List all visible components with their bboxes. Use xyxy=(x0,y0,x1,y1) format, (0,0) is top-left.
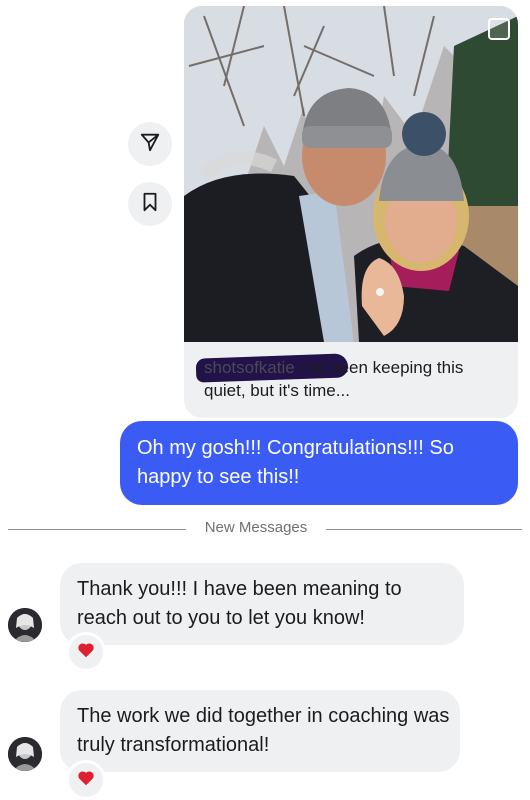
incoming-message-text: The work we did together in coaching was… xyxy=(77,705,450,756)
incoming-message-text: Thank you!!! I have been meaning to reac… xyxy=(77,578,402,629)
new-messages-divider: New Messages xyxy=(204,519,308,536)
avatar[interactable] xyxy=(8,737,42,771)
bookmark-icon xyxy=(139,191,161,218)
save-button[interactable] xyxy=(128,182,172,226)
shared-post-card[interactable]: shotsofkatie I've been keeping this quie… xyxy=(184,6,518,418)
avatar[interactable] xyxy=(8,608,42,642)
caption-username: shotsofkatie xyxy=(204,358,295,377)
divider-line-right xyxy=(326,529,522,530)
outgoing-message-text: Oh my gosh!!! Congratulations!!! So happ… xyxy=(137,437,454,488)
post-photo xyxy=(184,6,518,342)
post-caption: shotsofkatie I've been keeping this quie… xyxy=(204,356,504,402)
heart-reaction[interactable] xyxy=(66,632,106,672)
heart-icon xyxy=(77,642,95,663)
heart-reaction[interactable] xyxy=(66,760,106,800)
share-button[interactable] xyxy=(128,122,172,166)
heart-icon xyxy=(77,770,95,791)
post-image[interactable] xyxy=(184,6,518,342)
incoming-message-bubble[interactable]: Thank you!!! I have been meaning to reac… xyxy=(60,563,464,645)
outgoing-message-bubble[interactable]: Oh my gosh!!! Congratulations!!! So happ… xyxy=(120,421,518,505)
select-checkbox[interactable] xyxy=(488,18,510,40)
divider-line-left xyxy=(8,529,186,530)
incoming-message-bubble[interactable]: The work we did together in coaching was… xyxy=(60,690,460,772)
send-icon xyxy=(139,131,161,158)
